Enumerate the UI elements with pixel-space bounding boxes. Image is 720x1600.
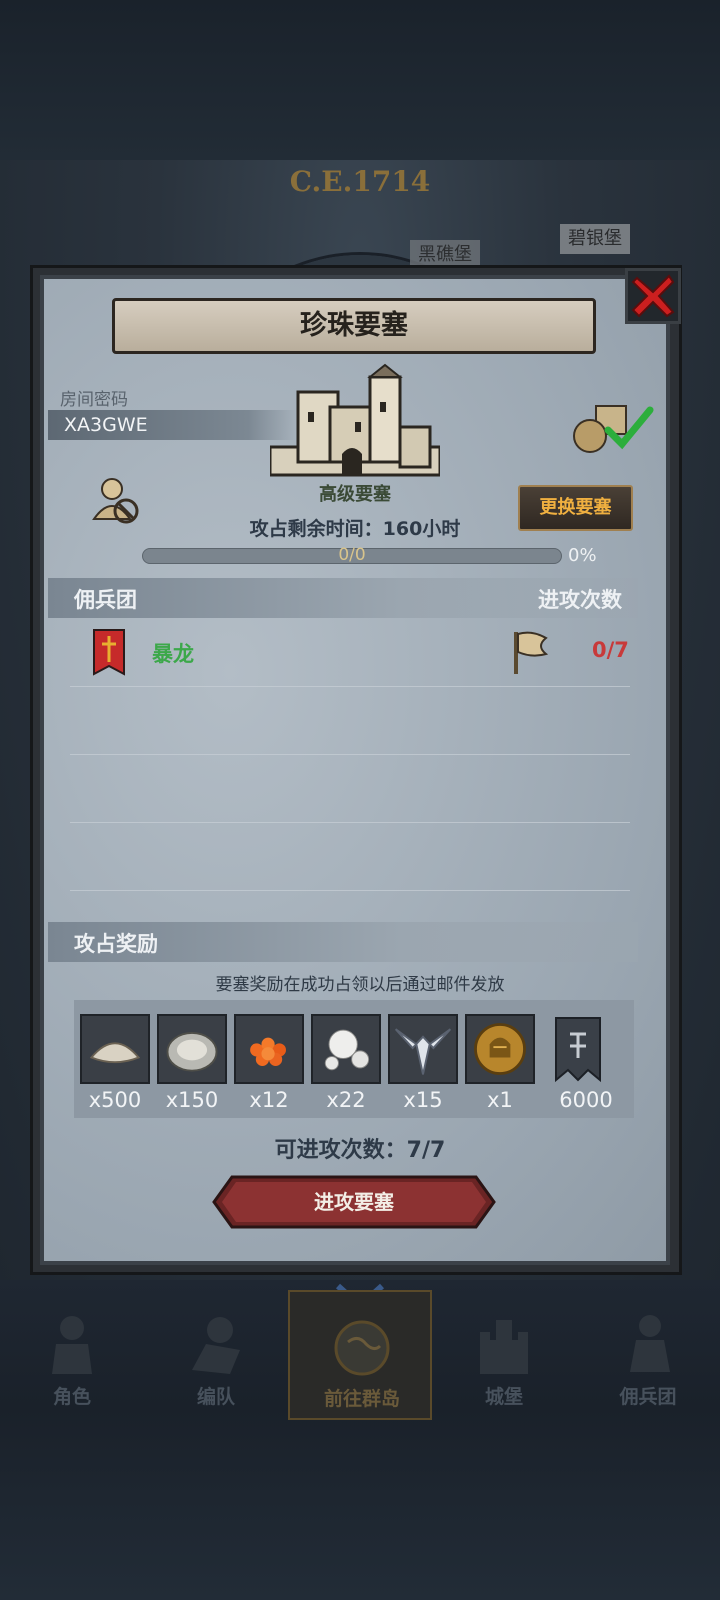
bottom-nav: 角色 编队 前往群岛 城堡 佣兵团 xyxy=(0,1290,720,1420)
mercenary-icon xyxy=(630,1315,670,1372)
reward-item-guild-banner[interactable] xyxy=(552,1014,604,1084)
pearl-icon xyxy=(324,1029,370,1071)
row-divider xyxy=(70,822,630,823)
reward-qty: x12 xyxy=(249,1088,289,1112)
reward-item-wing-crest[interactable] xyxy=(388,1014,458,1084)
nav-label: 前往群岛 xyxy=(323,1388,400,1410)
reward-qty: x15 xyxy=(403,1088,443,1112)
reward-qty: x1 xyxy=(487,1088,513,1112)
change-fortress-button[interactable]: 更换要塞 xyxy=(518,485,633,531)
oyster-icon xyxy=(166,1032,218,1072)
mercenary-attack-count: 0/7 xyxy=(592,638,629,662)
capture-progress-percent: 0% xyxy=(568,545,597,566)
roe-icon xyxy=(250,1037,286,1066)
flour-icon xyxy=(89,1042,141,1064)
nav-label: 佣兵团 xyxy=(619,1386,677,1408)
reward-qty: x500 xyxy=(88,1088,142,1112)
squad-icon xyxy=(192,1317,240,1374)
reward-item-oyster[interactable] xyxy=(157,1014,227,1084)
knight-icon xyxy=(52,1316,92,1374)
era-label: C.E.1714 xyxy=(289,165,431,198)
attack-fortress-button[interactable]: 进攻要塞 xyxy=(212,1175,496,1229)
reward-note: 要塞奖励在成功占领以后通过邮件发放 xyxy=(215,975,505,995)
mercenary-section-header: 佣兵团 进攻次数 xyxy=(48,578,638,618)
knight-medal-icon xyxy=(474,1023,526,1075)
modal-title: 珍珠要塞 xyxy=(112,298,596,354)
attacks-header-label: 进攻次数 xyxy=(538,588,622,612)
mercenary-header-label: 佣兵团 xyxy=(74,588,137,612)
nav-item-castle[interactable]: 城堡 xyxy=(432,1290,576,1420)
reward-item-knight-medal[interactable] xyxy=(465,1014,535,1084)
nav-label: 城堡 xyxy=(484,1386,523,1408)
reward-qty: x150 xyxy=(165,1088,219,1112)
castle-icon xyxy=(270,363,440,477)
wing-crest-icon xyxy=(394,1028,452,1075)
row-divider xyxy=(70,686,630,687)
no-user-icon xyxy=(92,478,139,524)
attacks-available: 可进攻次数：7/7 xyxy=(274,1138,446,1163)
reward-section-header: 攻占奖励 xyxy=(48,922,638,962)
fort-grade-label: 高级要塞 xyxy=(319,484,391,505)
nav-item-character[interactable]: 角色 xyxy=(0,1290,144,1420)
top-letterbox xyxy=(0,0,720,160)
mercenary-row: 暴龙 0/7 xyxy=(48,620,638,686)
nav-item-mercenary[interactable]: 佣兵团 xyxy=(576,1290,720,1420)
supplies-ready-icon xyxy=(573,405,654,453)
nav-label: 角色 xyxy=(52,1386,91,1408)
background-location-tag: 碧银堡 xyxy=(560,224,630,254)
nav-item-islands[interactable]: 前往群岛 xyxy=(288,1290,432,1420)
time-remaining: 攻占剩余时间：160小时 xyxy=(249,518,461,540)
castle-icon xyxy=(480,1320,528,1374)
reward-item-roe[interactable] xyxy=(234,1014,304,1084)
room-code-value: XA3GWE xyxy=(48,410,298,440)
close-icon xyxy=(631,274,675,318)
guild-banner-icon xyxy=(93,629,125,676)
reward-qty: 6000 xyxy=(559,1088,613,1112)
mercenary-name: 暴龙 xyxy=(152,642,194,666)
row-divider xyxy=(70,890,630,891)
reward-item-pearl[interactable] xyxy=(311,1014,381,1084)
reward-item-flour[interactable] xyxy=(80,1014,150,1084)
capture-progress-text: 0/0 xyxy=(338,545,366,565)
reward-qty: x22 xyxy=(326,1088,366,1112)
flag-icon xyxy=(514,631,549,674)
row-divider xyxy=(70,754,630,755)
guild-banner-icon xyxy=(555,1017,601,1083)
reward-header-label: 攻占奖励 xyxy=(74,932,158,956)
room-code-label: 房间密码 xyxy=(60,390,128,410)
close-button[interactable] xyxy=(625,268,681,324)
attack-button-label: 进攻要塞 xyxy=(314,1190,394,1214)
nav-label: 编队 xyxy=(196,1386,235,1408)
nav-item-squad[interactable]: 编队 xyxy=(144,1290,288,1420)
globe-icon xyxy=(334,1320,390,1376)
